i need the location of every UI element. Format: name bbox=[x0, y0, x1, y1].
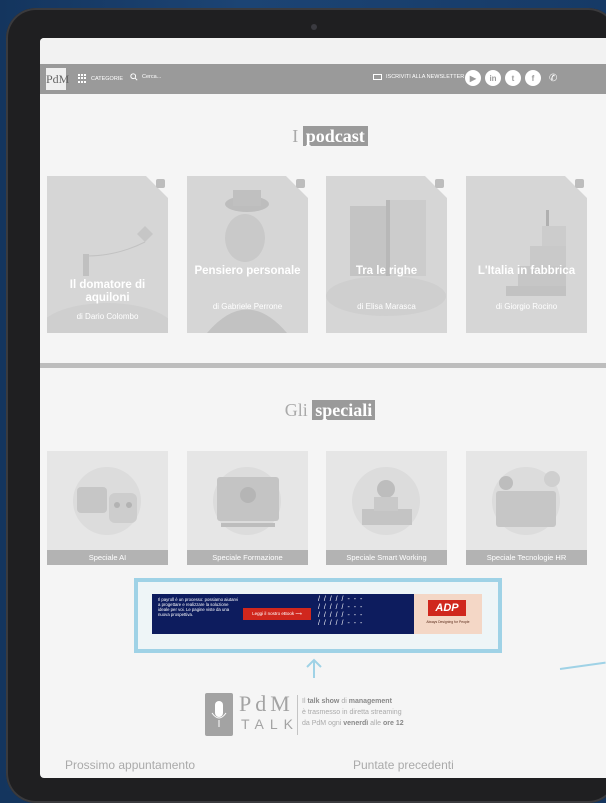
special-card-tecnologie-hr[interactable]: Speciale Tecnologie HR bbox=[466, 451, 587, 565]
podcast-card-1[interactable]: Il domatore di aquiloni di Dario Colombo bbox=[47, 176, 168, 333]
linkedin-icon[interactable]: in bbox=[485, 70, 501, 86]
headphones-icon bbox=[575, 179, 584, 188]
twitter-icon[interactable]: t bbox=[505, 70, 521, 86]
headphones-icon bbox=[296, 179, 305, 188]
specials-title-highlight: speciali bbox=[312, 400, 376, 420]
special-label: Speciale Tecnologie HR bbox=[466, 550, 587, 565]
search-box[interactable]: Cerca... bbox=[130, 73, 161, 81]
youtube-icon[interactable]: ▶ bbox=[465, 70, 481, 86]
hr-tech-illustration bbox=[492, 467, 560, 535]
podcast-author: di Dario Colombo bbox=[76, 312, 139, 321]
special-card-ai[interactable]: Speciale AI bbox=[47, 451, 168, 565]
specials-section-title: Gli speciali bbox=[40, 400, 606, 421]
headphones-icon bbox=[435, 179, 444, 188]
site-header: PdM CATEGORIE Cerca... ISCRIVITI ALLA NE… bbox=[40, 64, 606, 94]
podcast-card-3[interactable]: Tra le righe di Elisa Marasca bbox=[326, 176, 447, 333]
banner-button[interactable]: Leggi il nostro eBook ⟶ bbox=[243, 608, 311, 620]
special-card-formazione[interactable]: Speciale Formazione bbox=[187, 451, 308, 565]
podcast-title-prefix: I bbox=[292, 126, 299, 146]
ad-banner[interactable]: Il payroll è un processo: possiamo aiuta… bbox=[152, 594, 482, 634]
section-divider bbox=[40, 363, 606, 368]
robot-illustration bbox=[73, 467, 141, 535]
headphones-icon bbox=[156, 179, 165, 188]
adp-logo-panel: ADP Always Designing for People bbox=[414, 594, 482, 634]
specials-title-prefix: Gli bbox=[284, 400, 308, 420]
logo[interactable]: PdM bbox=[46, 68, 69, 90]
banner-pattern: / / / / / - - - / / / / / - - - / / / / / … bbox=[318, 596, 364, 627]
talk-word: TALK bbox=[241, 716, 299, 732]
social-links: ▶ in t f ✆ bbox=[465, 70, 557, 86]
categories-label: CATEGORIE bbox=[91, 75, 123, 82]
pdm-talk-block[interactable]: PdM TALK Il talk show di management è tr… bbox=[205, 693, 465, 738]
podcast-card-4[interactable]: L'Italia in fabbrica di Giorgio Rocino bbox=[466, 176, 587, 333]
podcast-title-highlight: podcast bbox=[302, 126, 368, 146]
search-icon bbox=[130, 73, 138, 81]
podcast-author: di Gabriele Perrone bbox=[212, 302, 283, 311]
podcast-title: Il domatore di aquiloni bbox=[69, 279, 146, 304]
newsletter-label: ISCRIVITI ALLA NEWSLETTER bbox=[386, 74, 465, 80]
top-bar bbox=[40, 38, 606, 64]
special-label: Speciale Formazione bbox=[187, 550, 308, 565]
mail-icon bbox=[373, 74, 382, 80]
pdm-brand: PdM bbox=[239, 691, 294, 716]
facebook-icon[interactable]: f bbox=[525, 70, 541, 86]
phone-icon[interactable]: ✆ bbox=[549, 73, 557, 84]
adp-logo: ADP bbox=[428, 600, 466, 616]
podcast-section-title: I podcast bbox=[40, 126, 606, 147]
adp-tagline: Always Designing for People bbox=[426, 620, 470, 624]
screen: PdM CATEGORIE Cerca... ISCRIVITI ALLA NE… bbox=[40, 38, 606, 778]
newsletter-link[interactable]: ISCRIVITI ALLA NEWSLETTER bbox=[373, 74, 464, 80]
remote-work-illustration bbox=[352, 467, 420, 535]
microphone-icon bbox=[205, 693, 233, 736]
tablet-frame: PdM CATEGORIE Cerca... ISCRIVITI ALLA NE… bbox=[6, 8, 606, 803]
previous-episodes-heading[interactable]: Puntate precedenti bbox=[353, 758, 454, 772]
podcast-title: Tra le righe bbox=[355, 265, 418, 277]
podcast-title: L'Italia in fabbrica bbox=[477, 265, 576, 277]
categories-menu[interactable]: CATEGORIE bbox=[78, 74, 123, 83]
video-lesson-illustration bbox=[213, 467, 281, 535]
grid-icon bbox=[78, 74, 87, 83]
special-label: Speciale AI bbox=[47, 550, 168, 565]
talk-description: Il talk show di management è trasmesso i… bbox=[302, 698, 404, 727]
podcast-card-2[interactable]: Pensiero personale di Gabriele Perrone bbox=[187, 176, 308, 333]
next-appointment-heading: Prossimo appuntamento bbox=[65, 758, 196, 772]
search-placeholder: Cerca... bbox=[142, 74, 162, 80]
kite-illustration bbox=[47, 176, 168, 333]
banner-text: Il payroll è un processo: possiamo aiuta… bbox=[158, 597, 239, 617]
podcast-author: di Elisa Marasca bbox=[357, 302, 416, 311]
talk-separator bbox=[297, 695, 298, 735]
podcast-author: di Giorgio Rocino bbox=[495, 302, 558, 311]
podcast-title: Pensiero personale bbox=[194, 265, 301, 277]
up-arrow-icon bbox=[306, 658, 322, 678]
camera-dot bbox=[311, 24, 317, 30]
special-label: Speciale Smart Working bbox=[326, 550, 447, 565]
special-card-smart-working[interactable]: Speciale Smart Working bbox=[326, 451, 447, 565]
